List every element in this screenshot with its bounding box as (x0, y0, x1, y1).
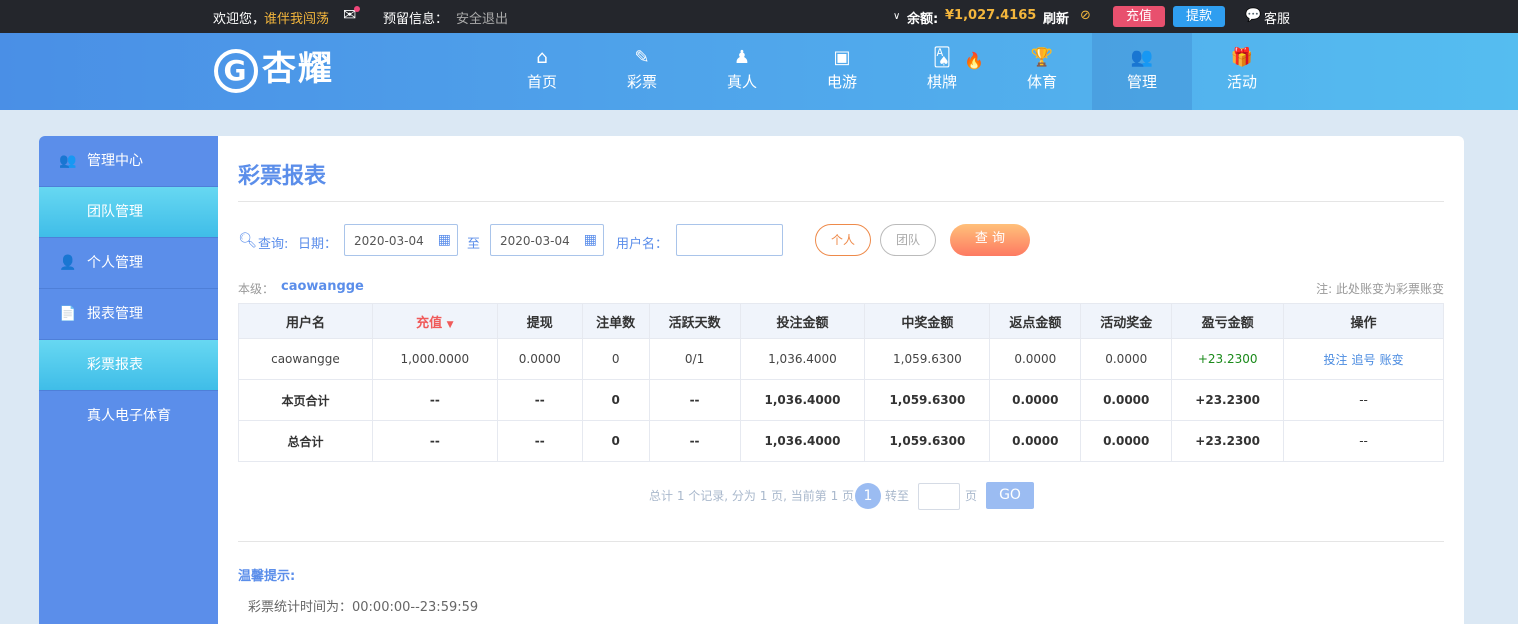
gift-icon: 🎁 (1230, 47, 1254, 68)
pagination-summary: 总计 1 个记录, 分为 1 页, 当前第 1 页 (649, 489, 855, 503)
reserve-label: 预留信息： (383, 12, 449, 27)
dealer-icon: ♟ (733, 47, 751, 68)
main-panel: 彩票报表 🔍︎ 查询: 日期： 2020-03-04 ▦ 至 2020-03-04… (218, 136, 1464, 624)
tips-title: 温馨提示: (238, 569, 296, 584)
report-table: 用户名 充值 ▼ 提现 注单数 活跃天数 投注金额 中奖金额 返点金额 活动奖金 盈亏金额 操作 c… (238, 303, 1444, 462)
document-icon: 📄 (59, 306, 77, 322)
home-icon: ⌂ (536, 47, 548, 68)
hide-eye-icon[interactable]: ⊘ (1080, 8, 1091, 23)
sidebar-management-center[interactable]: 👥 管理中心 (39, 136, 218, 187)
grand-total-row: 总合计 -- -- 0 -- 1,036.4000 1,059.6300 0.0000 0.00… (238, 420, 1444, 462)
search-icon: 🔍︎ (238, 231, 258, 249)
welcome-text: 欢迎您， (213, 12, 266, 27)
nav-manage[interactable]: 👥 管理 (1092, 33, 1192, 110)
to-label: 至 (467, 237, 481, 252)
trophy-icon: 🏆 (1030, 47, 1054, 68)
nav-home[interactable]: ⌂ 首页 (492, 33, 592, 110)
page-1-button[interactable]: 1 (855, 483, 881, 509)
date-label: 日期： (298, 237, 338, 252)
chevron-down-icon[interactable]: ∨ (893, 11, 900, 22)
table-header: 用户名 充值 ▼ 提现 注单数 活跃天数 投注金额 中奖金额 返点金额 活动奖金 盈亏金额 操作 (238, 303, 1444, 339)
sidebar-report-management[interactable]: 📄 报表管理 (39, 289, 218, 340)
note-text: 注: 此处账变为彩票账变 (1316, 282, 1444, 296)
logo[interactable]: G 杏耀 (214, 41, 334, 93)
balance-label: 余额: (907, 12, 939, 27)
sidebar-lottery-report[interactable]: 彩票报表 (39, 340, 218, 391)
nav-live[interactable]: ♟ 真人 (692, 33, 792, 110)
nav-sports[interactable]: 🏆 体育 (992, 33, 1092, 110)
withdraw-button[interactable]: 提款 (1173, 6, 1225, 27)
chat-icon[interactable]: 💬 (1245, 8, 1261, 23)
divider (238, 541, 1444, 542)
date-from-input[interactable]: 2020-03-04 ▦ (344, 224, 458, 256)
refresh-button[interactable]: 刷新 (1043, 8, 1069, 27)
sort-deposit[interactable]: 充值 ▼ (371, 303, 498, 339)
page-total-row: 本页合计 -- -- 0 -- 1,036.4000 1,059.6300 0.0000 0.0… (238, 379, 1444, 421)
service-link[interactable]: 客服 (1264, 8, 1290, 27)
sidebar-live-sports-report[interactable]: 真人电子体育 (39, 391, 218, 442)
nav-lottery[interactable]: ✎ 彩票 (592, 33, 692, 110)
table-row: caowangge 1,000.0000 0.0000 0 0/1 1,036.4000 1… (238, 338, 1444, 380)
transactions-link[interactable]: 账变 (1380, 353, 1404, 367)
username-label: 用户名： (616, 237, 669, 252)
sidebar-team-management[interactable]: 团队管理 (39, 187, 218, 238)
query-label: 查询: (258, 237, 289, 252)
chase-link[interactable]: 追号 (1352, 353, 1376, 367)
bets-link[interactable]: 投注 (1324, 353, 1348, 367)
personal-button[interactable]: 个人 (815, 224, 871, 256)
tips-text: 彩票统计时间为：00:00:00--23:59:59 (248, 600, 479, 615)
balance-value: ¥1,027.4165 (945, 8, 1037, 23)
user-icon: 👤 (59, 255, 77, 271)
nav-promo[interactable]: 🎁 活动 (1192, 33, 1292, 110)
search-button[interactable]: 查 询 (950, 224, 1030, 256)
page-title: 彩票报表 (238, 164, 327, 189)
nav-slots[interactable]: ▣ 电游 (792, 33, 892, 110)
slot-machine-icon: ▣ (833, 47, 851, 68)
divider (238, 201, 1444, 202)
date-to-input[interactable]: 2020-03-04 ▦ (490, 224, 604, 256)
sidebar: 👥 管理中心 团队管理 👤 个人管理 📄 报表管理 彩票报表 真人电子体育 (39, 136, 218, 624)
deposit-button[interactable]: 充值 (1113, 6, 1165, 27)
top-bar: 欢迎您， 谁伴我闯荡 ✉ 预留信息： 安全退出 ∨ 余额: ¥1,027.416… (0, 0, 1518, 33)
page-label: 页 (965, 489, 978, 503)
go-button[interactable]: GO (986, 482, 1034, 509)
main-nav: G 杏耀 ⌂ 首页 ✎ 彩票 ♟ 真人 ▣ 电游 🂡 棋牌 🔥 🏆 体育 👥 管理 🎁 活动 (0, 33, 1518, 110)
users-icon: 👥 (1130, 47, 1154, 68)
fire-icon: 🔥 (964, 51, 984, 70)
lottery-icon: ✎ (634, 47, 650, 68)
username-link[interactable]: 谁伴我闯荡 (264, 8, 329, 27)
page-input[interactable] (918, 483, 960, 510)
sort-down-icon: ▼ (446, 319, 454, 330)
users-icon: 👥 (59, 153, 77, 169)
mail-icon[interactable]: ✉ (343, 5, 361, 24)
logout-link[interactable]: 安全退出 (456, 8, 508, 27)
username-input[interactable] (676, 224, 783, 256)
calendar-icon: ▦ (437, 232, 451, 248)
team-button[interactable]: 团队 (880, 224, 936, 256)
level-label: 本级： (238, 282, 275, 296)
level-user[interactable]: caowangge (281, 279, 364, 294)
nav-chess[interactable]: 🂡 棋牌 🔥 (892, 33, 992, 110)
calendar-icon: ▦ (583, 232, 597, 248)
sidebar-personal-management[interactable]: 👤 个人管理 (39, 238, 218, 289)
goto-label: 转至 (885, 489, 910, 503)
